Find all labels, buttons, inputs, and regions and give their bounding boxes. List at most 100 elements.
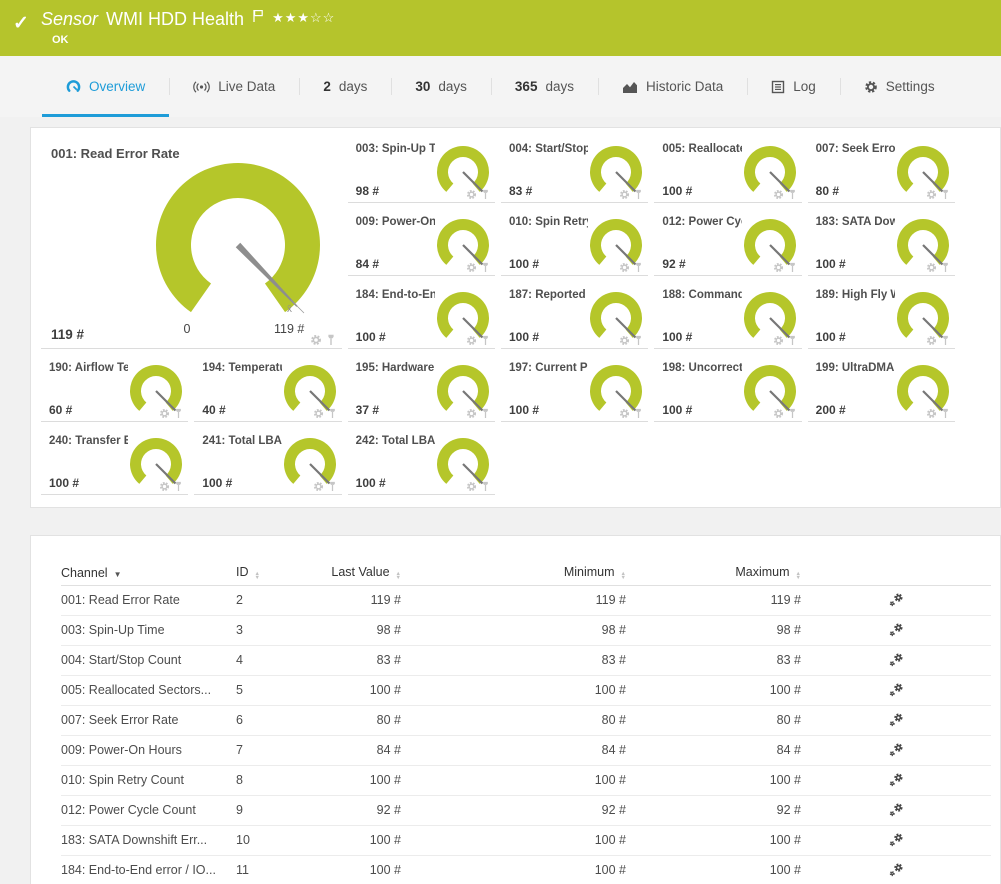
channel-row[interactable]: 183: SATA Downshift Err... 10 100 # 100 … [61,825,991,855]
gauge-tile[interactable]: 004: Start/Stop Count 83 # [501,138,648,211]
gear-icon[interactable] [466,187,477,205]
tab-365-days[interactable]: 365days [491,56,598,117]
gear-icon[interactable] [773,333,784,351]
channel-row[interactable]: 184: End-to-End error / IO... 11 100 # 1… [61,855,991,884]
gauge-tile[interactable]: 188: Command Timeout 100 # [654,284,801,357]
cell-channel[interactable]: 001: Read Error Rate [61,585,236,615]
gear-icon[interactable] [773,187,784,205]
gauge-tile[interactable]: 194: Temperature Cels... 40 # [194,357,341,430]
tab-live-data[interactable]: Live Data [169,56,299,117]
pin-icon[interactable] [328,479,337,497]
gauge-tile[interactable]: 010: Spin Retry Count 100 # [501,211,648,284]
cell-channel[interactable]: 005: Reallocated Sectors... [61,675,236,705]
channel-settings-gears-icon[interactable] [801,622,991,638]
col-header-channel[interactable]: Channel▼ [61,561,236,585]
priority-stars[interactable]: ★★★☆☆ [272,10,335,26]
channel-settings-gears-icon[interactable] [801,712,991,728]
gear-icon[interactable] [466,333,477,351]
gauge-tile[interactable]: 242: Total LBAs Read 100 # [348,430,495,503]
gear-icon[interactable] [466,260,477,278]
channel-row[interactable]: 009: Power-On Hours 7 84 # 84 # 84 # [61,735,991,765]
pin-icon[interactable] [941,406,950,424]
pin-icon[interactable] [481,260,490,278]
tab-30-days[interactable]: 30days [391,56,491,117]
channel-row[interactable]: 007: Seek Error Rate 6 80 # 80 # 80 # [61,705,991,735]
gauge-tile[interactable]: 241: Total LBAs Written 100 # [194,430,341,503]
gauge-tile[interactable]: 184: End-to-End error /... 100 # [348,284,495,357]
pin-icon[interactable] [941,260,950,278]
cell-channel[interactable]: 004: Start/Stop Count [61,645,236,675]
gauge-tile[interactable]: 190: Airflow Temperat... 60 # [41,357,188,430]
gear-icon[interactable] [926,260,937,278]
gauge-tile[interactable]: 199: UltraDMA CRC Err... 200 # [808,357,955,430]
channel-settings-gears-icon[interactable] [801,832,991,848]
pin-icon[interactable] [481,479,490,497]
channel-settings-gears-icon[interactable] [801,802,991,818]
tab-historic-data[interactable]: Historic Data [598,56,747,117]
channel-row[interactable]: 003: Spin-Up Time 3 98 # 98 # 98 # [61,615,991,645]
gauge-tile[interactable]: 197: Current Pending S... 100 # [501,357,648,430]
channel-settings-gears-icon[interactable] [801,742,991,758]
channel-settings-gears-icon[interactable] [801,862,991,878]
pin-icon[interactable] [481,333,490,351]
pin-icon[interactable] [634,333,643,351]
pin-icon[interactable] [788,260,797,278]
gauge-tile-main[interactable]: 001: Read Error Rate 0 119 # x̄ 119 # [41,138,342,357]
gear-icon[interactable] [619,406,630,424]
gear-icon[interactable] [313,479,324,497]
pin-icon[interactable] [634,187,643,205]
gauge-tile[interactable]: 012: Power Cycle Count 92 # [654,211,801,284]
gear-icon[interactable] [773,260,784,278]
pin-icon[interactable] [788,406,797,424]
pin-icon[interactable] [326,333,336,351]
pin-icon[interactable] [174,406,183,424]
cell-channel[interactable]: 010: Spin Retry Count [61,765,236,795]
gear-icon[interactable] [926,406,937,424]
gauge-tile[interactable]: 183: SATA Downshift E... 100 # [808,211,955,284]
channel-row[interactable]: 012: Power Cycle Count 9 92 # 92 # 92 # [61,795,991,825]
gear-icon[interactable] [466,479,477,497]
gauge-tile[interactable]: 187: Reported Uncorre... 100 # [501,284,648,357]
channel-row[interactable]: 004: Start/Stop Count 4 83 # 83 # 83 # [61,645,991,675]
pin-icon[interactable] [634,260,643,278]
gauge-tile[interactable]: 007: Seek Error Rate 80 # [808,138,955,211]
gauge-tile[interactable]: 003: Spin-Up Time 98 # [348,138,495,211]
pin-icon[interactable] [481,187,490,205]
cell-channel[interactable]: 184: End-to-End error / IO... [61,855,236,884]
tab-2-days[interactable]: 2days [299,56,391,117]
tab-log[interactable]: Log [747,56,840,117]
gear-icon[interactable] [313,406,324,424]
pin-icon[interactable] [634,406,643,424]
cell-channel[interactable]: 003: Spin-Up Time [61,615,236,645]
cell-channel[interactable]: 183: SATA Downshift Err... [61,825,236,855]
gauge-tile[interactable]: 009: Power-On Hours 84 # [348,211,495,284]
col-header-minimum[interactable]: Minimum▲▼ [401,561,626,585]
channel-row[interactable]: 001: Read Error Rate 2 119 # 119 # 119 # [61,585,991,615]
gear-icon[interactable] [619,260,630,278]
cell-channel[interactable]: 007: Seek Error Rate [61,705,236,735]
tab-overview[interactable]: Overview [42,56,169,117]
channel-settings-gears-icon[interactable] [801,772,991,788]
gear-icon[interactable] [466,406,477,424]
gauge-tile[interactable]: 240: Transfer Error Rate 100 # [41,430,188,503]
gear-icon[interactable] [310,333,322,351]
gear-icon[interactable] [619,333,630,351]
channel-settings-gears-icon[interactable] [801,592,991,608]
channel-row[interactable]: 005: Reallocated Sectors... 5 100 # 100 … [61,675,991,705]
gear-icon[interactable] [159,479,170,497]
gauge-tile[interactable]: 189: High Fly Writes 100 # [808,284,955,357]
gear-icon[interactable] [619,187,630,205]
cell-channel[interactable]: 009: Power-On Hours [61,735,236,765]
channel-settings-gears-icon[interactable] [801,682,991,698]
gear-icon[interactable] [926,333,937,351]
gear-icon[interactable] [773,406,784,424]
gear-icon[interactable] [159,406,170,424]
gauge-tile[interactable]: 195: Hardware ECC Re... 37 # [348,357,495,430]
pin-icon[interactable] [941,187,950,205]
col-header-maximum[interactable]: Maximum▲▼ [626,561,801,585]
pin-icon[interactable] [328,406,337,424]
pin-icon[interactable] [788,333,797,351]
col-header-id[interactable]: ID▲▼ [236,561,301,585]
channel-row[interactable]: 010: Spin Retry Count 8 100 # 100 # 100 … [61,765,991,795]
gauge-tile[interactable]: 005: Reallocated Secto... 100 # [654,138,801,211]
